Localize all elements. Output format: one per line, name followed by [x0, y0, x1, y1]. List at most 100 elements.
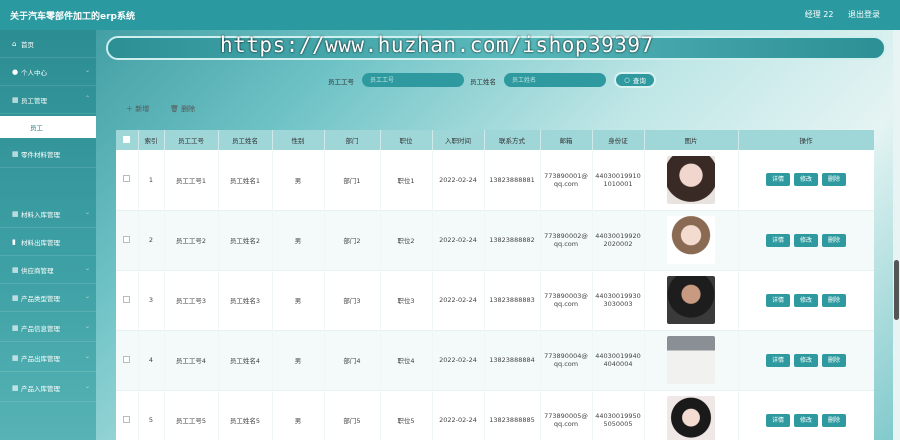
emp-name-input[interactable]: [504, 73, 606, 87]
cell-email: 773890005@ qq.com: [540, 390, 593, 440]
delete-row-button[interactable]: 删除: [822, 233, 847, 247]
row-checkbox[interactable]: [116, 390, 139, 440]
row-checkbox[interactable]: [116, 330, 139, 390]
top-bar: 关于汽车零部件加工的erp系统 经理 22 退出登录: [0, 0, 900, 30]
chart-icon: ▮: [12, 237, 16, 246]
sidebar-item-parts-material[interactable]: ▦ 零件材料管理: [0, 140, 96, 168]
sidebar-item-product-in[interactable]: ▦ 产品入库管理 ⌄: [0, 374, 96, 402]
edit-button[interactable]: 修改: [793, 233, 818, 247]
cell-photo: [644, 150, 739, 210]
add-button[interactable]: ＋ 新增: [126, 104, 149, 114]
select-all-checkbox[interactable]: [116, 130, 139, 150]
delete-row-button[interactable]: 删除: [822, 173, 847, 187]
detail-button[interactable]: 详情: [765, 173, 790, 187]
grid-icon: ▦: [12, 95, 19, 104]
sidebar-item-product-type[interactable]: ▦ 产品类型管理 ⌄: [0, 284, 96, 312]
user-icon: ●: [12, 67, 19, 76]
sidebar-item-label: 首页: [21, 40, 34, 49]
cell-emp-no: 员工工号2: [164, 210, 219, 270]
col-dept: 部门: [324, 130, 381, 150]
cell-emp-name: 员工姓名5: [218, 390, 273, 440]
edit-button[interactable]: 修改: [793, 293, 818, 307]
page-scrollbar[interactable]: [893, 30, 900, 440]
cell-hire-date: 2022-02-24: [432, 270, 485, 330]
edit-button[interactable]: 修改: [793, 413, 818, 427]
cell-id-card: 44030019920 2020002: [592, 210, 645, 270]
cell-emp-name: 员工姓名4: [218, 330, 273, 390]
cell-phone: 13823888885: [484, 390, 541, 440]
edit-button[interactable]: 修改: [793, 173, 818, 187]
emp-no-label: 员工工号: [328, 78, 354, 86]
chevron-down-icon: ⌄: [84, 293, 90, 300]
table-row: 5 员工工号5 员工姓名5 男部门5 职位5 2022-02-24 13823888885 7…: [116, 390, 874, 440]
watermark-url: https://www.huzhan.com/ishop39397: [220, 33, 654, 57]
employee-photo: [667, 396, 715, 440]
row-checkbox[interactable]: [116, 270, 139, 330]
cell-ops: 详情 修改 删除: [738, 210, 874, 270]
email-line-1: 773890002@: [544, 232, 588, 240]
sidebar-item-label: 材料出库管理: [21, 238, 60, 247]
emp-no-input[interactable]: [362, 73, 464, 87]
sidebar-item-employee-mgmt[interactable]: ▦ 员工管理 ⌃: [0, 86, 96, 114]
grid-icon: ▦: [12, 293, 19, 302]
employee-photo: [667, 276, 715, 324]
email-line-1: 773890003@: [544, 292, 588, 300]
search-button[interactable]: ○ 查询: [614, 72, 656, 88]
cell-index: 2: [138, 210, 165, 270]
scroll-thumb[interactable]: [894, 260, 899, 320]
col-email: 邮箱: [540, 130, 593, 150]
grid-icon: ▦: [12, 265, 19, 274]
cell-index: 4: [138, 330, 165, 390]
sidebar-item-product-out[interactable]: ▦ 产品出库管理 ⌄: [0, 344, 96, 372]
search-button-label: 查询: [632, 77, 646, 85]
sidebar-item-label: 产品入库管理: [21, 384, 60, 393]
employee-table: 索引 员工工号 员工姓名 性别 部门 职位 入职时间 联系方式 邮箱 身份证 图…: [116, 130, 874, 440]
sidebar-item-label: 个人中心: [21, 68, 47, 77]
sidebar-item-profile[interactable]: ● 个人中心 ⌄: [0, 58, 96, 86]
email-line-1: 773890001@: [544, 171, 588, 180]
delete-row-button[interactable]: 删除: [822, 413, 847, 427]
sidebar-item-label: 产品出库管理: [21, 354, 60, 363]
sidebar-item-material-out[interactable]: ▮ 材料出库管理: [0, 228, 96, 256]
sidebar-item-material-in[interactable]: ▦ 材料入库管理 ⌄: [0, 200, 96, 228]
cell-hire-date: 2022-02-24: [432, 330, 485, 390]
cell-phone: 13823888881: [484, 150, 541, 210]
delete-row-button[interactable]: 删除: [822, 293, 847, 307]
sidebar-item-supplier[interactable]: ▦ 供应商管理 ⌄: [0, 256, 96, 284]
cell-id-card: 44030019910 1010001: [592, 150, 645, 210]
chevron-up-icon: ⌃: [84, 95, 90, 102]
row-checkbox[interactable]: [116, 210, 139, 270]
table-row: 1 员工工号1 员工姓名1 男部门1 职位1 2022-02-24 13823888881 7…: [116, 150, 874, 210]
detail-button[interactable]: 详情: [765, 413, 790, 427]
row-checkbox[interactable]: [116, 150, 139, 210]
cell-emp-name: 员工姓名1: [218, 150, 273, 210]
sidebar-item-product-info[interactable]: ▦ 产品信息管理 ⌄: [0, 314, 96, 342]
cell-dept: 部门1: [324, 150, 381, 210]
sidebar-subitem-employee[interactable]: 员工: [0, 116, 96, 138]
delete-row-button[interactable]: 删除: [822, 353, 847, 367]
email-line-2: qq.com: [553, 300, 579, 308]
id-line-1: 44030019950: [595, 412, 641, 420]
email-line-2: qq.com: [553, 360, 579, 368]
detail-button[interactable]: 详情: [765, 293, 790, 307]
cell-gender: 男: [272, 330, 325, 390]
email-line-2: qq.com: [553, 420, 579, 428]
id-line-1: 44030019940: [595, 352, 641, 360]
col-ops: 操作: [738, 130, 874, 150]
cell-email: 773890004@ qq.com: [540, 330, 593, 390]
edit-button[interactable]: 修改: [793, 353, 818, 367]
delete-button[interactable]: 🗑 删除: [170, 104, 195, 114]
cell-position: 职位3: [380, 270, 433, 330]
email-line-2: qq.com: [553, 179, 579, 188]
cell-position: 职位1: [380, 150, 433, 210]
logout-link[interactable]: 退出登录: [848, 10, 880, 19]
col-id-card: 身份证: [592, 130, 645, 150]
detail-button[interactable]: 详情: [765, 233, 790, 247]
detail-button[interactable]: 详情: [765, 353, 790, 367]
id-line-2: 1010001: [603, 179, 633, 188]
col-hire-date: 入职时间: [432, 130, 485, 150]
chevron-down-icon: ⌄: [84, 265, 90, 272]
sidebar-item-home[interactable]: ⌂ 首页: [0, 30, 96, 58]
search-icon: ○: [624, 76, 630, 84]
cell-phone: 13823888884: [484, 330, 541, 390]
